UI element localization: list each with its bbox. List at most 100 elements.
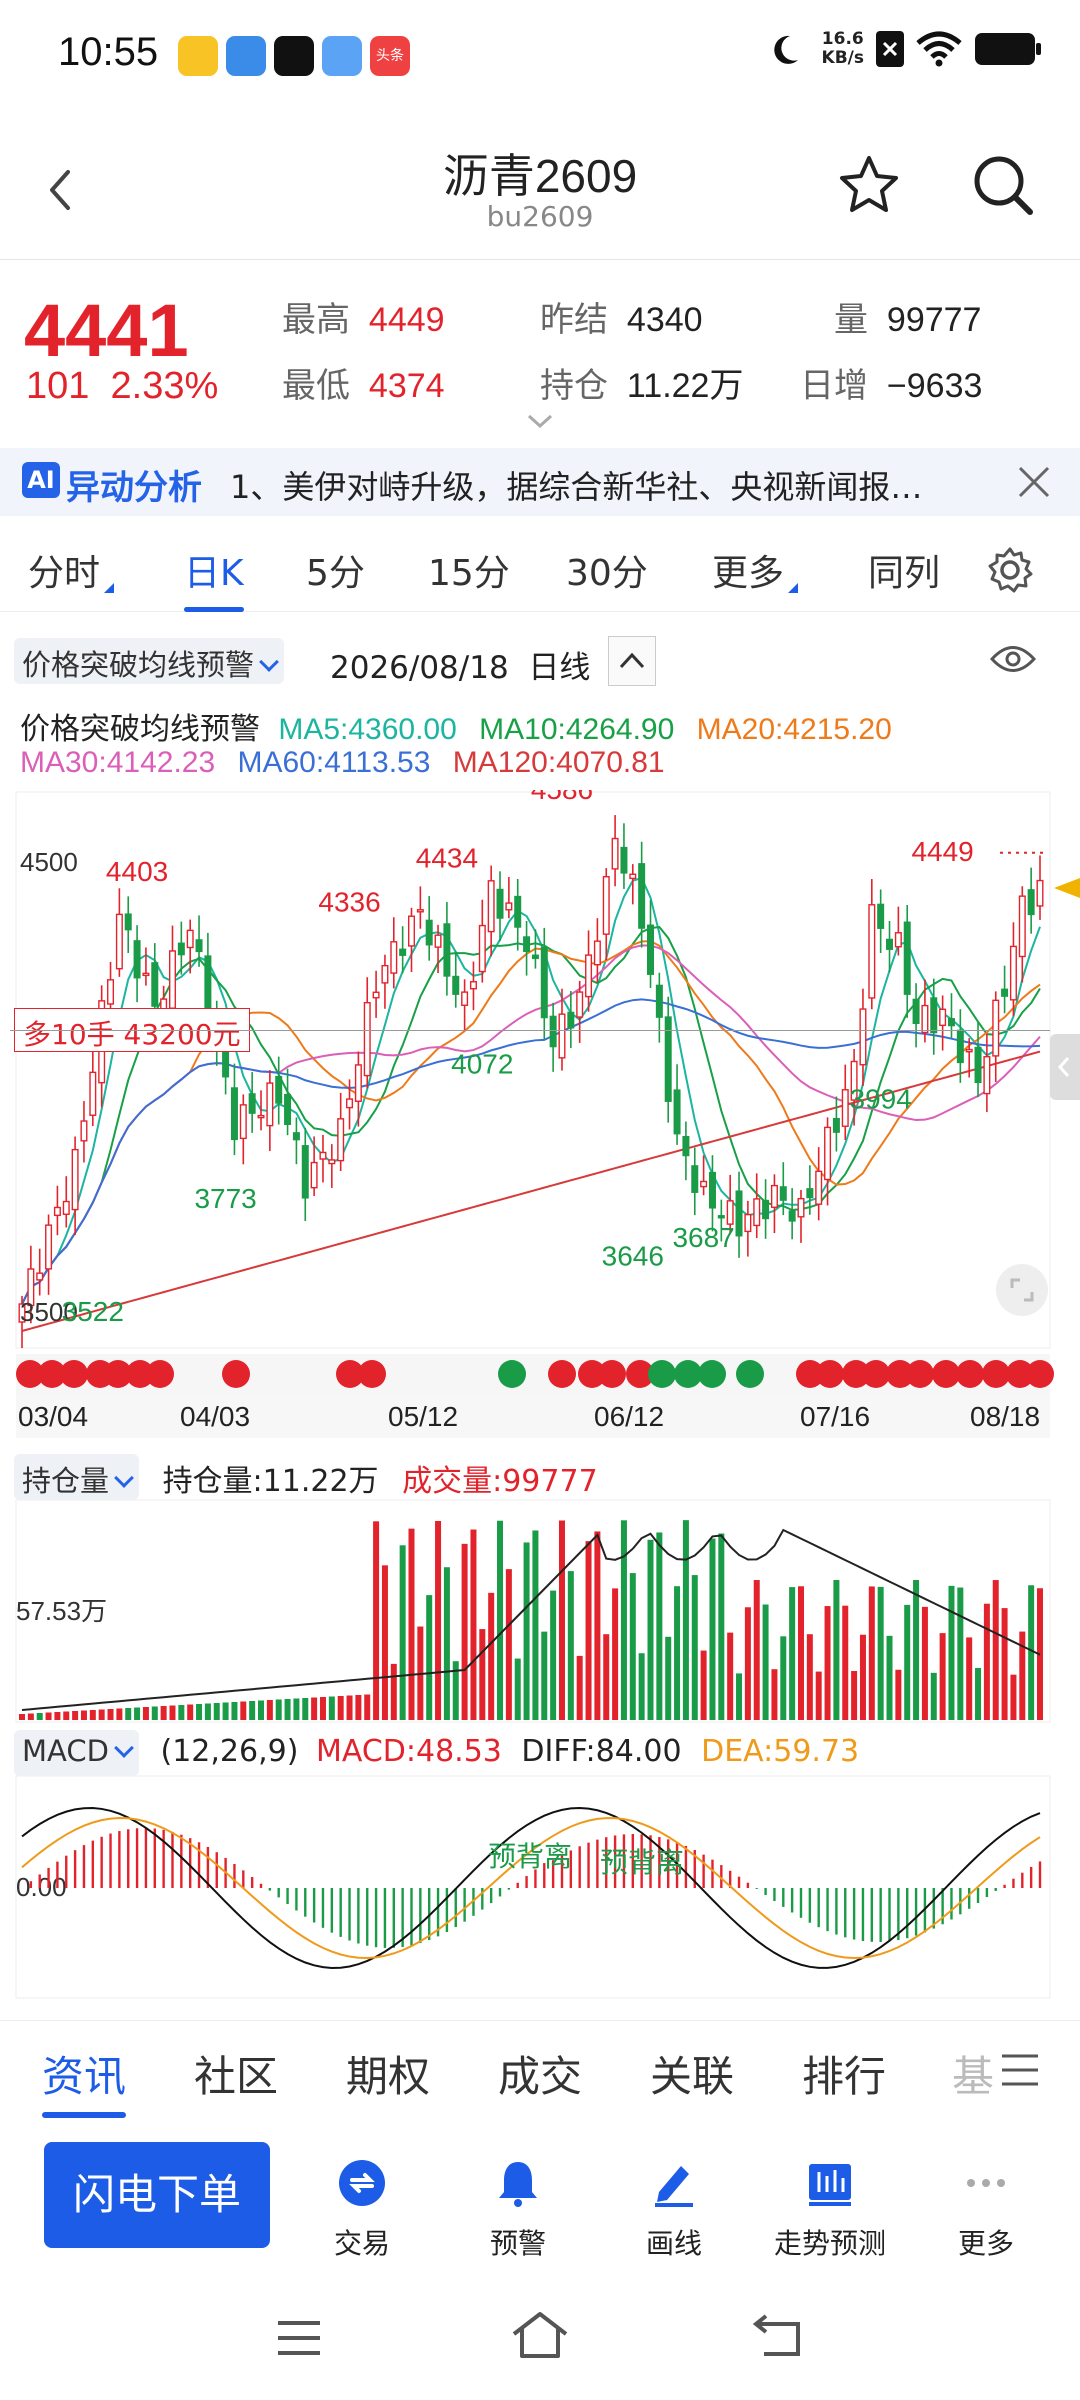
tab-timeshare[interactable]: 分时 (28, 544, 115, 596)
candle-body (186, 929, 194, 949)
more-dots-icon (967, 2179, 1005, 2187)
recent-apps-icon[interactable] (274, 2318, 324, 2358)
candle-body (558, 1013, 566, 1059)
indicator-select[interactable]: 价格突破均线预警 (14, 638, 285, 684)
candle-body (647, 924, 655, 975)
news-text[interactable]: 1、美伊对峙升级，据综合新华社、央视新闻报… (230, 462, 980, 508)
search-icon[interactable] (970, 152, 1036, 218)
close-icon[interactable] (1016, 464, 1052, 500)
ai-signal-badge (222, 1360, 250, 1388)
low-stat: 最低 4374 (282, 367, 445, 405)
dropdown-icon (259, 652, 279, 672)
weibo-icon (178, 36, 218, 76)
wifi-icon (916, 31, 962, 67)
eye-icon[interactable] (990, 642, 1036, 676)
tab-30min[interactable]: 30分 (566, 544, 648, 596)
oi-indicator-select[interactable]: 持仓量 (14, 1454, 140, 1500)
price-annotation: 4434 (416, 843, 478, 874)
draw-button[interactable]: 画线 (604, 2158, 744, 2262)
volume-bar (736, 1673, 743, 1720)
tab-related[interactable]: 关联 (650, 2043, 734, 2104)
volume-bar (1001, 1608, 1008, 1720)
settings-gear-icon[interactable] (986, 546, 1034, 594)
trend-forecast-button[interactable]: 走势预测 (760, 2158, 900, 2262)
tab-options[interactable]: 期权 (346, 2043, 430, 2104)
tab-trades[interactable]: 成交 (498, 2043, 582, 2104)
notification-icons: 头条 (178, 36, 410, 76)
expand-chevron-icon[interactable] (526, 412, 554, 430)
volume-bar (691, 1575, 698, 1720)
candle-body (717, 1215, 725, 1219)
candle-body (248, 1093, 256, 1114)
candle-body (257, 1114, 265, 1119)
favorite-star-icon[interactable] (836, 152, 902, 218)
macd-indicator-select[interactable]: MACD (14, 1730, 139, 1776)
moon-icon (773, 35, 798, 64)
kline-panel-frame (15, 791, 1051, 1349)
candle-body (877, 903, 885, 929)
volume-bar (213, 1703, 220, 1720)
ai-signal-badge (816, 1360, 844, 1388)
collapse-button[interactable] (608, 636, 656, 686)
pen-icon (655, 2166, 693, 2207)
quote-panel: 4441 101 2.33% 最高 4449 最低 4374 昨结 4340 持… (0, 262, 1080, 447)
active-tab-underline (42, 2112, 127, 2118)
ai-signal-badge (60, 1360, 88, 1388)
macd-zero-label: 0.00 (16, 1872, 67, 1902)
volume-bar (523, 1542, 530, 1720)
dea-line (21, 1817, 1041, 1960)
kline-chart[interactable]: 4500350044034336443445864449377340723994… (0, 790, 1080, 2020)
tab-fundamentals[interactable]: 基 (952, 2043, 994, 2104)
volume-bar (975, 1667, 982, 1720)
more-button[interactable]: 更多 (916, 2158, 1056, 2262)
ai-signal-badge (648, 1360, 676, 1388)
ai-signal-badge (358, 1360, 386, 1388)
alert-button[interactable]: 预警 (448, 2158, 588, 2262)
candle-body (708, 1171, 716, 1209)
active-tab-underline (184, 607, 244, 612)
candle-body (239, 1104, 247, 1140)
trade-button[interactable]: 交易 (292, 2158, 432, 2262)
candle-body (859, 1008, 867, 1066)
date-axis-label: 06/12 (594, 1401, 664, 1432)
tab-daily-k[interactable]: 日K (184, 544, 244, 612)
price-annotation: 4072 (451, 1049, 513, 1080)
volume-bar (240, 1701, 247, 1720)
indicator-toolbar: 价格突破均线预警 2026/08/18 日线 (0, 636, 1080, 688)
page-title: 沥青2609 (442, 150, 638, 202)
candle-body (36, 1272, 44, 1281)
menu-icon[interactable] (1000, 2053, 1040, 2087)
candle-body (921, 1004, 929, 1034)
ma-legend-row-2: MA30:4142.23 MA60:4113.53 MA120:4070.81 (20, 746, 665, 779)
volume-bar (461, 1543, 468, 1720)
volume-bar (275, 1699, 282, 1720)
home-icon[interactable] (510, 2310, 570, 2360)
fullscreen-button[interactable] (996, 1264, 1048, 1316)
tab-community[interactable]: 社区 (194, 2043, 278, 2104)
tab-15min[interactable]: 15分 (428, 544, 510, 596)
candle-body (372, 991, 380, 999)
candle-body (292, 1132, 300, 1141)
tab-same-list[interactable]: 同列 (868, 544, 940, 596)
back-nav-icon[interactable] (752, 2312, 806, 2358)
tab-more[interactable]: 更多 (712, 544, 799, 596)
anomaly-news-bar[interactable]: AI 异动分析 1、美伊对峙升级，据综合新华社、央视新闻报… (0, 448, 1080, 516)
candle-body (806, 1188, 814, 1199)
candle-body (346, 1098, 354, 1109)
volume-bar (550, 1590, 557, 1720)
price-annotation: 3646 (602, 1240, 664, 1271)
tab-5min[interactable]: 5分 (306, 544, 365, 596)
tab-news[interactable]: 资讯 (42, 2043, 127, 2118)
candle-body (744, 1213, 752, 1233)
flash-order-button[interactable]: 闪电下单 (44, 2142, 270, 2248)
candle-body (452, 975, 460, 995)
tab-ranking[interactable]: 排行 (802, 2043, 886, 2104)
candle-body (337, 1118, 345, 1162)
ai-badge-icon: AI (22, 462, 60, 498)
macd-legend: MACD (12,26,9) MACD:48.53 DIFF:84.00 DEA… (14, 1730, 859, 1776)
volume-bar (815, 1671, 822, 1720)
book-icon (809, 2164, 851, 2206)
side-drawer-handle[interactable] (1050, 1034, 1080, 1100)
volume-bar (497, 1520, 504, 1720)
volume-bar (674, 1586, 681, 1720)
